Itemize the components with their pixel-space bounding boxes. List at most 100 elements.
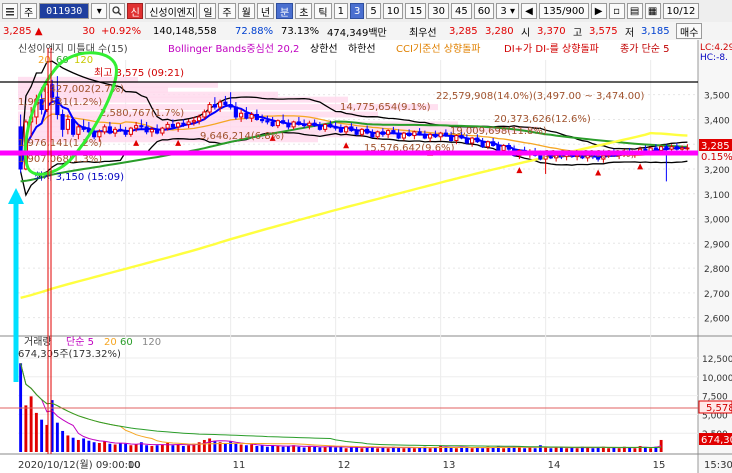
volume-bar <box>297 446 301 452</box>
candle-body <box>674 146 679 150</box>
interval-30[interactable]: 30 <box>428 3 449 19</box>
legend-lower: 하한선 <box>348 42 376 55</box>
price-tick-label: 3,500 <box>704 92 730 102</box>
annot-6: 9,646,214(6.8%) <box>200 131 284 142</box>
unit-select[interactable]: 주 <box>20 3 38 19</box>
volume-bar <box>97 442 101 452</box>
best-bid: 3,280 <box>485 25 514 37</box>
period-day[interactable]: 일 <box>199 3 217 19</box>
candle-body <box>312 122 317 127</box>
candle-body <box>328 123 333 128</box>
volume-bar <box>160 444 164 452</box>
period-minute[interactable]: 분 <box>276 3 294 19</box>
candle-body <box>139 125 144 128</box>
data-count[interactable]: 135/900 <box>539 3 589 19</box>
volume-bar <box>412 448 416 452</box>
interval-5[interactable]: 5 <box>366 3 381 19</box>
candle-body <box>260 118 265 122</box>
candle-body <box>338 127 343 133</box>
current-price-box-text: 3,285 <box>701 141 730 152</box>
volume-bar <box>113 444 117 452</box>
pin-icon[interactable]: ▫ <box>608 3 625 19</box>
period-year[interactable]: 년 <box>256 3 275 19</box>
candle-body <box>144 126 149 133</box>
grid-icon[interactable]: ▦ <box>644 3 661 19</box>
legend-ma: 종가 단순 5 <box>620 43 670 55</box>
annot-9: 20,373,626(12.6%) <box>494 114 591 125</box>
stock-code-input[interactable]: 011930 <box>39 3 90 19</box>
volume-bar <box>612 447 616 452</box>
candle-body <box>464 137 469 144</box>
interval-15[interactable]: 15 <box>405 3 427 19</box>
interval-3[interactable]: 3 <box>350 3 365 19</box>
volume-box-1-text: 5,578 <box>706 403 732 414</box>
candle-body <box>417 131 422 135</box>
candle-body <box>128 127 133 135</box>
volume-bar <box>307 445 311 452</box>
interval-45[interactable]: 45 <box>450 3 472 19</box>
interval-select[interactable]: 3 ▾ <box>496 3 519 19</box>
price-tick-label: 3,100 <box>704 191 730 201</box>
candle-body <box>155 128 160 134</box>
volume-bar <box>150 445 154 452</box>
date-field[interactable]: 10/12 <box>662 3 700 19</box>
period-week[interactable]: 주 <box>218 3 236 19</box>
candle-body <box>102 126 107 133</box>
price-tick-label: 2,700 <box>704 290 730 300</box>
price-tick-label: 3,200 <box>704 166 730 176</box>
volume-max-label: 674,305주(173.32%) <box>18 349 121 360</box>
candle-body <box>281 120 286 124</box>
volume-bar <box>108 443 112 452</box>
volume-bar <box>71 437 75 452</box>
time-tick-label: 11 <box>233 460 246 471</box>
volume-bar <box>607 448 611 452</box>
candle-body <box>491 141 496 146</box>
price-tick-label: 3,400 <box>704 116 730 126</box>
time-tick-label: 14 <box>548 460 561 471</box>
hc-label: HC:-8. <box>700 53 728 63</box>
volume-bar <box>171 445 175 452</box>
candle-body <box>228 104 233 108</box>
buy-button[interactable]: 매수 <box>676 23 703 39</box>
candle-body <box>170 123 175 128</box>
candle-body <box>207 104 212 113</box>
candle-body <box>480 141 485 148</box>
candle-body <box>401 132 406 139</box>
next-icon[interactable]: ▶ <box>590 3 607 19</box>
volume-bar <box>570 447 574 452</box>
dropdown-icon[interactable]: ▾ <box>91 3 108 19</box>
volume-bar <box>491 447 495 452</box>
period-second[interactable]: 초 <box>295 3 313 19</box>
volume-bar <box>276 445 280 452</box>
candle-body <box>254 113 259 120</box>
current-price: 3,285 ▲ <box>0 26 62 37</box>
menu-icon[interactable] <box>2 3 18 19</box>
volume-bar <box>260 445 264 452</box>
interval-10[interactable]: 10 <box>382 3 404 19</box>
volume-bar <box>433 447 437 452</box>
legend-upper: 상한선 <box>310 43 338 55</box>
candle-body <box>81 126 86 130</box>
candle-body <box>291 121 296 128</box>
interval-60[interactable]: 60 <box>473 3 495 19</box>
volume-bar <box>575 448 579 452</box>
time-end: 15:30 <box>704 460 732 471</box>
candle-body <box>160 127 165 134</box>
period-tick[interactable]: 틱 <box>314 3 332 19</box>
price-chart[interactable]: 3,5003,4003,3003,2003,1003,0002,9002,800… <box>0 40 732 473</box>
candle-body <box>202 111 207 118</box>
candle-body <box>165 123 170 129</box>
volume-ma20: 20 <box>104 337 117 348</box>
volume-bar <box>544 447 548 452</box>
lc-label: LC:4.29 <box>700 43 732 53</box>
chart-toggle-icon[interactable]: ▤ <box>626 3 643 19</box>
volume-bar <box>87 440 91 452</box>
period-month[interactable]: 월 <box>237 3 255 19</box>
interval-1[interactable]: 1 <box>333 3 348 19</box>
search-icon[interactable] <box>109 3 126 19</box>
volume-bar <box>76 439 80 452</box>
volume-bar <box>24 405 28 452</box>
volume-bar <box>82 438 86 452</box>
candle-body <box>149 128 154 133</box>
prev-icon[interactable]: ◀ <box>521 3 537 19</box>
